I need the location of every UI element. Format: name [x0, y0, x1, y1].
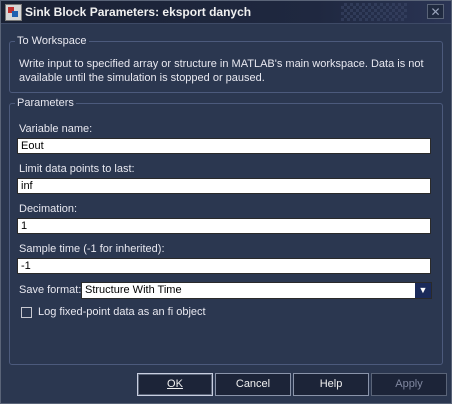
sample-time-field[interactable]: -1 [17, 258, 431, 274]
dialog-window: Sink Block Parameters: eksport danych ✕ … [0, 0, 452, 404]
simulink-block-icon[interactable] [5, 4, 22, 21]
cancel-button-label: Cancel [235, 378, 271, 390]
ok-button[interactable]: OK [137, 373, 213, 396]
titlebar-decoration [341, 3, 407, 21]
save-format-value: Structure With Time [85, 284, 182, 296]
block-description: Write input to specified array or struct… [19, 58, 424, 84]
decimation-field[interactable]: 1 [17, 218, 431, 234]
apply-button-label: Apply [395, 378, 423, 390]
chevron-down-icon[interactable]: ▼ [415, 283, 431, 298]
apply-button[interactable]: Apply [371, 373, 447, 396]
title-bar[interactable]: Sink Block Parameters: eksport danych ✕ [1, 1, 451, 24]
limit-data-points-field[interactable]: inf [17, 178, 431, 194]
help-button-label: Help [319, 378, 343, 390]
save-format-label: Save format: [19, 284, 82, 296]
ok-button-label: OK [167, 378, 183, 390]
to-workspace-group-label: To Workspace [15, 35, 89, 47]
save-format-select[interactable]: Structure With Time ▼ [81, 282, 432, 299]
variable-name-field[interactable]: Eout [17, 138, 431, 154]
limit-data-points-label: Limit data points to last: [19, 163, 135, 175]
log-fixed-point-label[interactable]: Log fixed-point data as an fi object [38, 306, 206, 318]
decimation-label: Decimation: [19, 203, 78, 215]
variable-name-label: Variable name: [19, 123, 93, 135]
log-fixed-point-checkbox[interactable] [21, 307, 32, 318]
close-icon[interactable]: ✕ [427, 4, 444, 19]
cancel-button[interactable]: Cancel [215, 373, 291, 396]
help-button[interactable]: Help [293, 373, 369, 396]
sample-time-label: Sample time (-1 for inherited): [19, 243, 165, 255]
window-title: Sink Block Parameters: eksport danych [25, 5, 252, 19]
parameters-group-label: Parameters [15, 97, 76, 109]
